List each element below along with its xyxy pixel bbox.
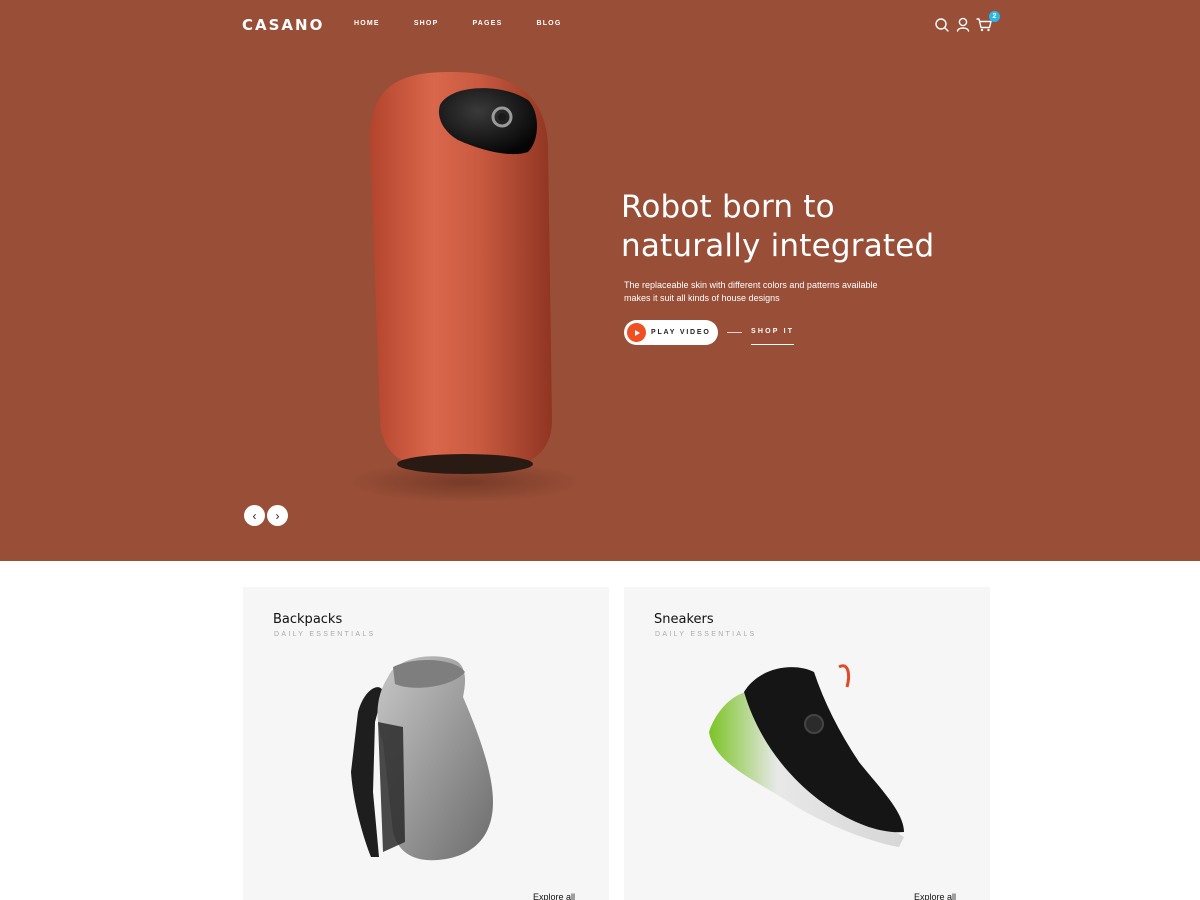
card-subtitle: DAILY ESSENTIALS xyxy=(274,631,376,638)
play-video-button[interactable]: PLAY VIDEO xyxy=(624,320,718,345)
chevron-right-icon: › xyxy=(275,508,280,523)
hero-title: Robot born to naturally integrated xyxy=(621,188,961,266)
header-actions: 2 xyxy=(932,11,1000,34)
nav-pages[interactable]: PAGES xyxy=(472,20,502,27)
card-title: Backpacks xyxy=(273,612,343,627)
hero-description-line: The replaceable skin with different colo… xyxy=(624,280,878,290)
nav-home[interactable]: HOME xyxy=(354,20,380,27)
slider-next-button[interactable]: › xyxy=(267,505,288,526)
slider-prev-button[interactable]: ‹ xyxy=(244,505,265,526)
card-subtitle: DAILY ESSENTIALS xyxy=(655,631,757,638)
play-video-label: PLAY VIDEO xyxy=(651,329,711,336)
play-icon xyxy=(627,323,646,342)
explore-all-link[interactable]: Explore all xyxy=(914,892,956,900)
robot-product-image xyxy=(350,72,580,502)
hero-description: The replaceable skin with different colo… xyxy=(624,279,924,305)
card-title: Sneakers xyxy=(654,612,714,627)
backpack-image xyxy=(351,656,493,861)
main-nav: HOME SHOP PAGES BLOG xyxy=(354,20,595,27)
user-icon[interactable] xyxy=(953,14,973,34)
search-icon[interactable] xyxy=(932,14,952,34)
cart-icon[interactable]: 2 xyxy=(974,11,1000,34)
divider-line xyxy=(727,332,742,333)
hero-title-line: naturally integrated xyxy=(621,228,935,264)
brand-logo[interactable]: CASANO xyxy=(242,16,324,34)
shop-it-link[interactable]: SHOP IT xyxy=(751,328,795,345)
category-card-sneakers[interactable]: Sneakers DAILY ESSENTIALS Explore all xyxy=(624,587,990,900)
nav-shop[interactable]: SHOP xyxy=(414,20,439,27)
category-card-backpacks[interactable]: Backpacks DAILY ESSENTIALS Explore all xyxy=(243,587,609,900)
hero-description-line: makes it suit all kinds of house designs xyxy=(624,293,780,303)
sneaker-image xyxy=(709,664,904,847)
cart-count-badge: 2 xyxy=(989,11,1000,22)
chevron-left-icon: ‹ xyxy=(252,508,257,523)
explore-all-link[interactable]: Explore all xyxy=(533,892,575,900)
nav-blog[interactable]: BLOG xyxy=(536,20,561,27)
hero-title-line: Robot born to xyxy=(621,189,835,225)
hero-banner: CASANO HOME SHOP PAGES BLOG 2 Robot born… xyxy=(0,0,1200,561)
